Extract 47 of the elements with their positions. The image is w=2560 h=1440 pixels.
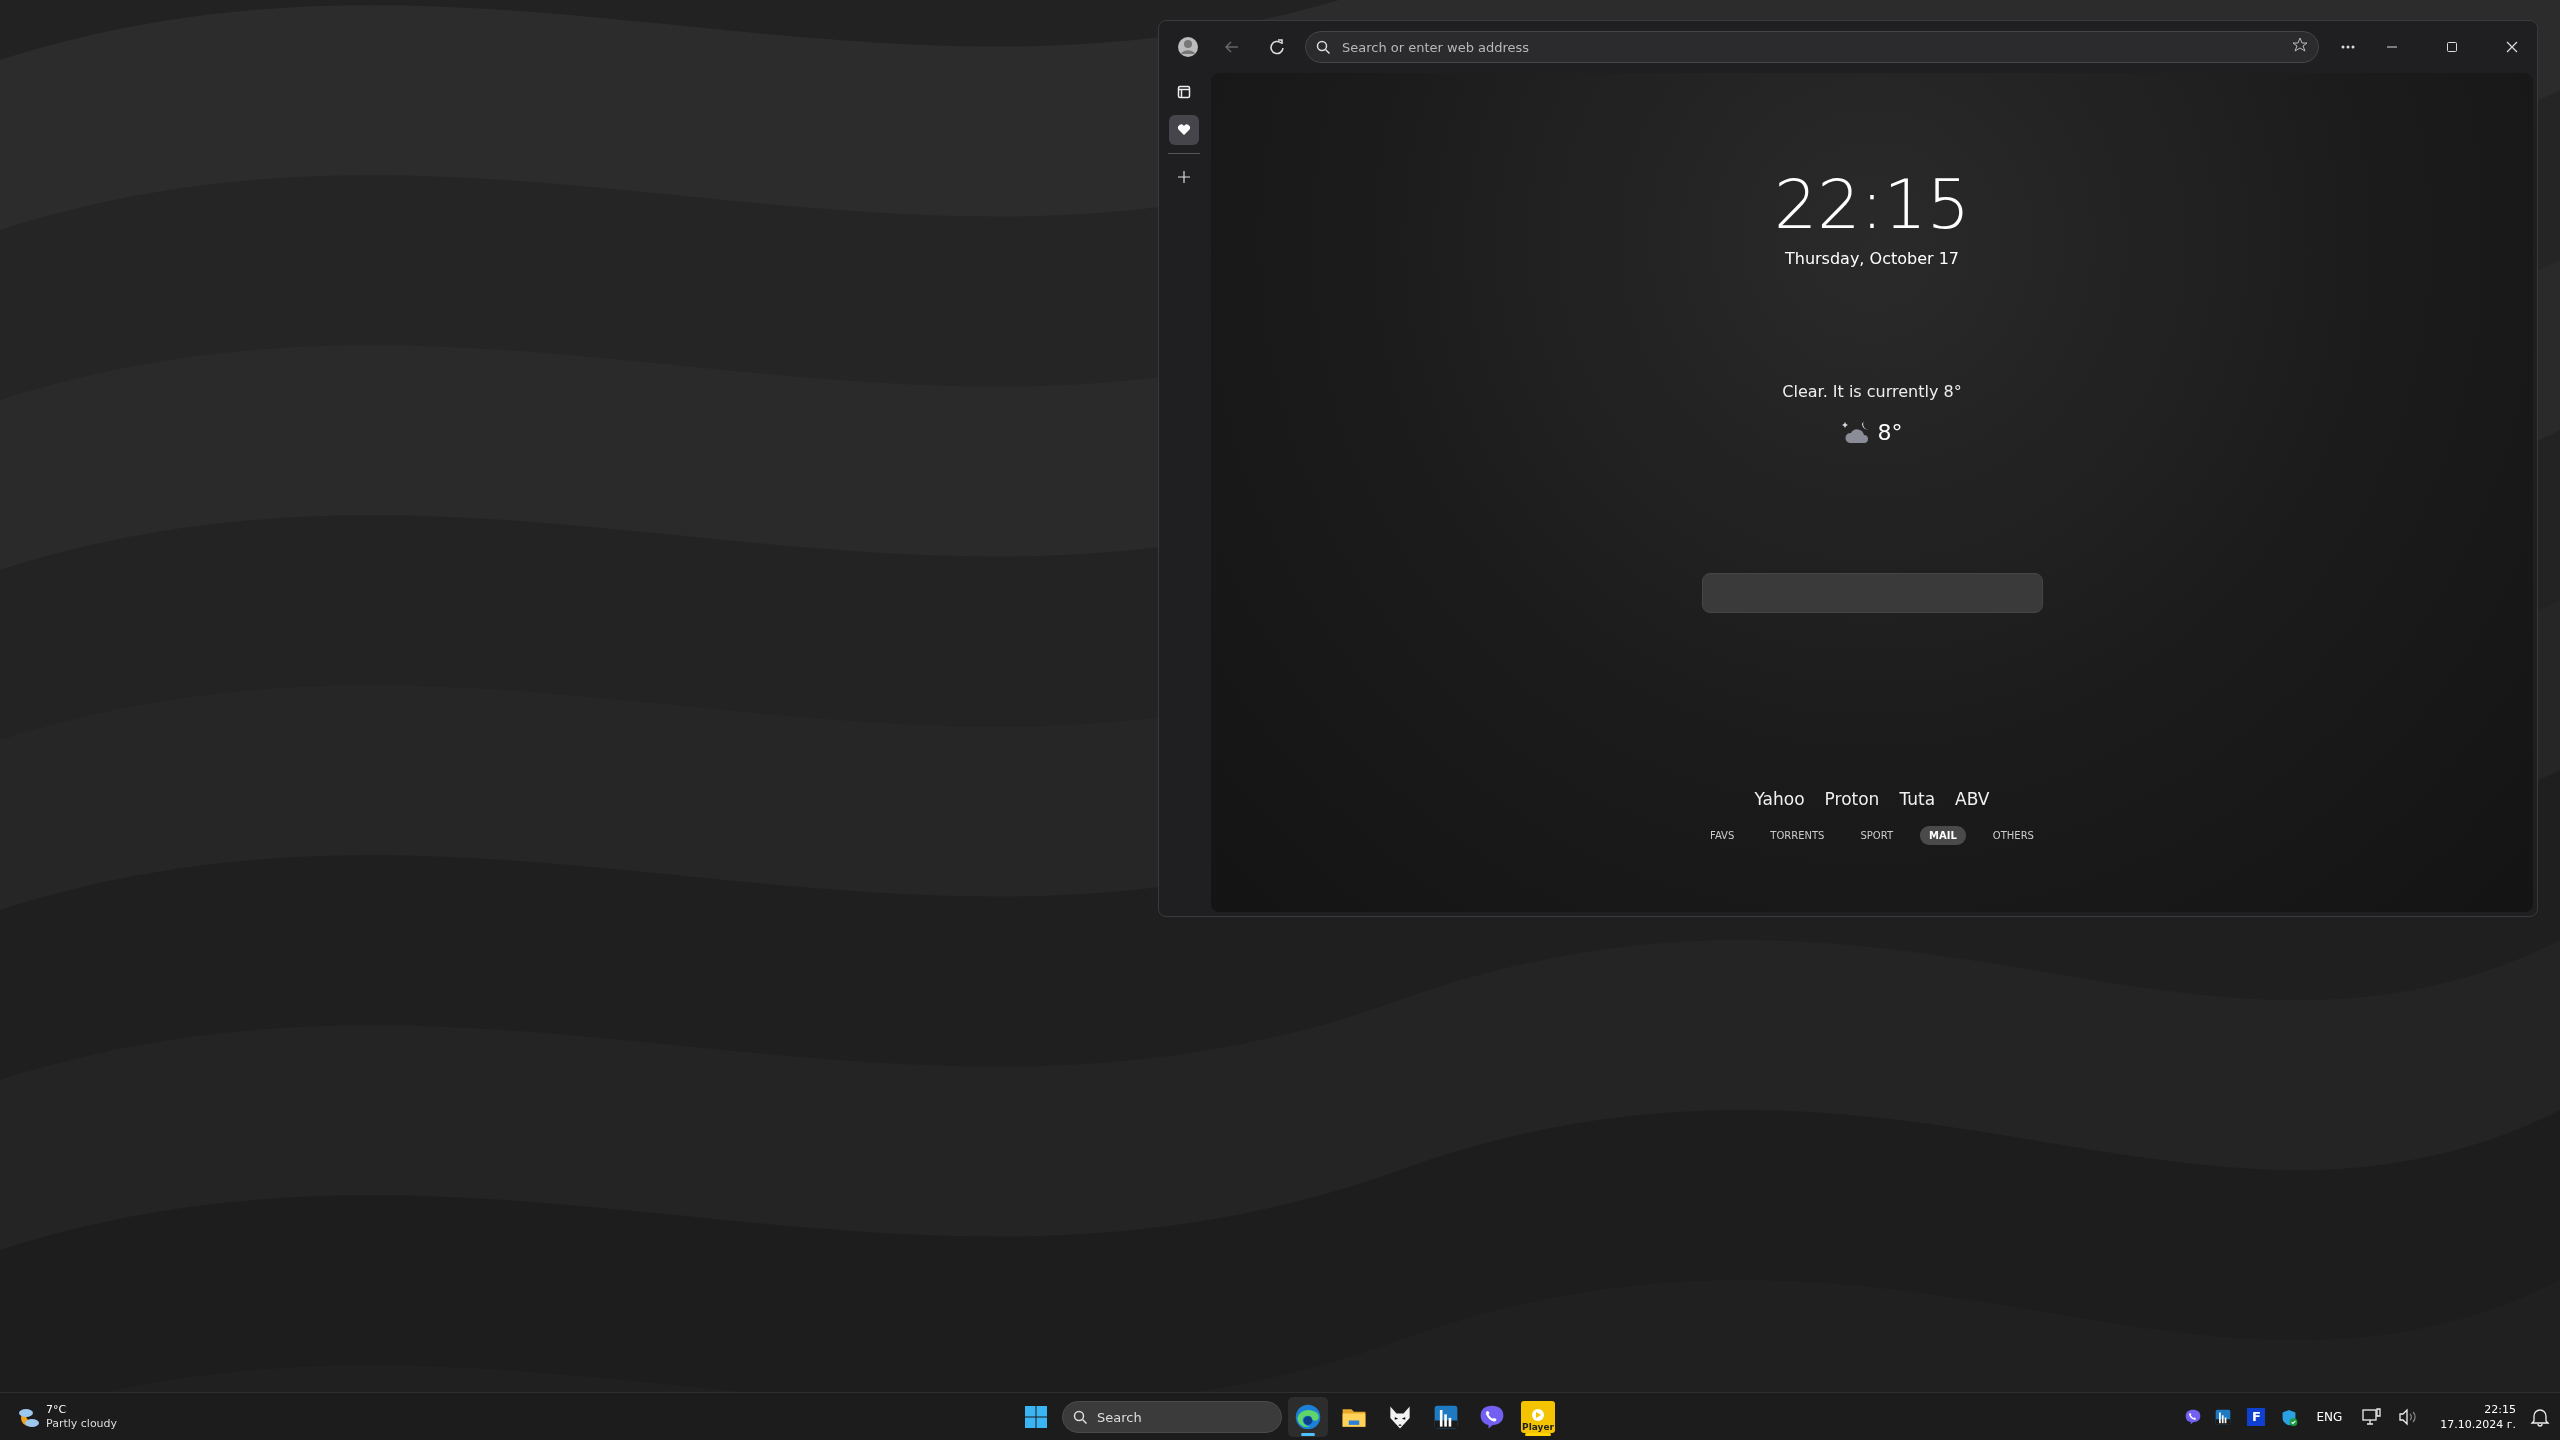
plus-icon (1177, 170, 1191, 184)
bell-icon[interactable] (2530, 1406, 2550, 1427)
close-icon (2506, 41, 2518, 53)
category-tab[interactable]: OTHERS (1983, 826, 2043, 845)
bars-app-icon (1432, 1403, 1460, 1431)
date: Thursday, October 17 (1784, 249, 1959, 268)
temperature: 7°C (46, 1402, 68, 1417)
temperature: 8° (1877, 419, 1903, 445)
sidebar-button[interactable] (1169, 115, 1199, 145)
windows-logo-icon (1025, 1406, 1047, 1428)
link[interactable]: Tuta (1899, 789, 1936, 809)
shield-check-icon[interactable] (2280, 1407, 2299, 1426)
maximize-icon (2446, 41, 2458, 53)
category-tab[interactable]: FAVS (1701, 826, 1744, 845)
category-tab[interactable]: TORRENTS (1761, 826, 1834, 845)
swirl-icon (1294, 1403, 1322, 1431)
search-icon (1316, 40, 1330, 54)
speaker-icon[interactable] (2398, 1406, 2419, 1427)
language-indicator[interactable]: ENG (2316, 1409, 2343, 1424)
clock[interactable]: 22:15 17.10.2024 г. (2440, 1401, 2516, 1432)
bars-app-icon[interactable] (2214, 1407, 2233, 1426)
network-icon[interactable] (2362, 1406, 2383, 1427)
phone-bubble-icon (1478, 1403, 1506, 1431)
search-field[interactable] (1701, 573, 2043, 613)
refresh-icon (1267, 38, 1285, 56)
address-input[interactable]: Search or enter web address (1340, 38, 2292, 56)
address-bar[interactable]: Search or enter web address (1305, 31, 2319, 63)
avatar-icon (1177, 36, 1199, 58)
link[interactable]: Proton (1824, 789, 1880, 809)
search-icon (1073, 1410, 1087, 1424)
category-tab[interactable]: SPORT (1851, 826, 1902, 845)
search-field[interactable]: Search (1062, 1401, 1282, 1433)
link[interactable]: ABV (1955, 789, 1990, 809)
category-tab[interactable]: MAIL (1920, 826, 1966, 845)
weather-summary: Clear. It is currently 8° (1782, 382, 1962, 401)
weather-condition: Partly cloudy (46, 1416, 118, 1431)
link[interactable]: Yahoo (1754, 789, 1805, 809)
heart-icon (1177, 123, 1191, 137)
play-icon (1531, 1408, 1545, 1422)
phone-bubble-icon[interactable] (2184, 1407, 2203, 1426)
weather-widget[interactable]: 7°C Partly cloudy (16, 1402, 118, 1431)
star-icon[interactable] (2292, 37, 2308, 53)
search-input[interactable]: Search (1095, 1408, 1249, 1426)
taskbar-app[interactable] (1288, 1397, 1328, 1437)
clock: 22:15 (1774, 171, 1970, 239)
more-icon (2340, 43, 2356, 51)
tabs-icon (1177, 85, 1191, 99)
